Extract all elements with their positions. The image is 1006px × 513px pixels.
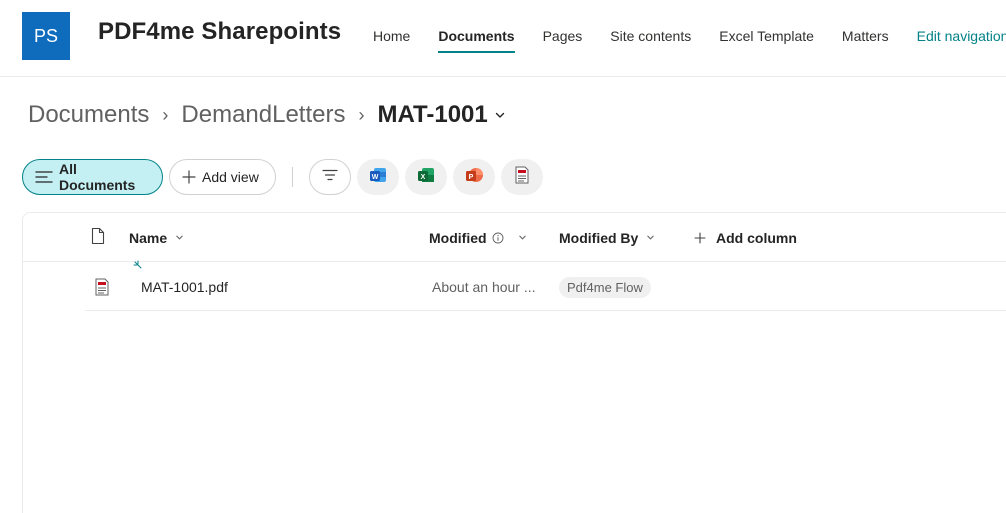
- pdf-icon: [515, 166, 529, 189]
- nav-item-matters[interactable]: Matters: [828, 0, 903, 70]
- document-icon: [91, 227, 105, 248]
- view-options-icon: [35, 170, 53, 184]
- command-bar: All Documents Add view W X P: [22, 159, 549, 195]
- breadcrumb-documents[interactable]: Documents: [28, 101, 149, 129]
- pdf-file-icon: [95, 263, 109, 311]
- top-navigation: Home Documents Pages Site contents Excel…: [359, 0, 1006, 70]
- nav-item-pages[interactable]: Pages: [529, 0, 597, 70]
- new-word-document-button[interactable]: W: [357, 159, 399, 195]
- document-library-list: Name Modified Modified By Add column MAT…: [22, 212, 1006, 513]
- pdf-action-button[interactable]: [501, 159, 543, 195]
- filter-icon: [322, 168, 338, 186]
- modified-column-label: Modified: [429, 229, 487, 246]
- chevron-down-icon: [518, 233, 527, 242]
- breadcrumb-separator: ›: [162, 104, 169, 125]
- excel-icon: X: [417, 166, 435, 189]
- add-column-button[interactable]: Add column: [694, 213, 797, 262]
- name-column-label: Name: [129, 229, 168, 246]
- modified-column-header[interactable]: Modified: [429, 213, 527, 262]
- edit-navigation-link[interactable]: Edit navigation: [903, 0, 1006, 70]
- modified-by-persona[interactable]: Pdf4me Flow: [559, 276, 651, 298]
- nav-item-documents[interactable]: Documents: [424, 0, 528, 70]
- svg-text:P: P: [469, 174, 474, 181]
- svg-text:X: X: [421, 174, 426, 181]
- svg-text:W: W: [372, 174, 379, 181]
- breadcrumb-current-folder[interactable]: MAT-1001: [377, 101, 487, 129]
- site-title[interactable]: PDF4me Sharepoints: [98, 18, 341, 46]
- chevron-down-icon: [175, 233, 184, 242]
- modified-by-column-header[interactable]: Modified By: [559, 213, 655, 262]
- file-name-link[interactable]: MAT-1001.pdf: [141, 263, 228, 311]
- all-documents-label: All Documents: [59, 161, 136, 193]
- new-powerpoint-button[interactable]: P: [453, 159, 495, 195]
- toolbar-divider: [292, 167, 293, 187]
- breadcrumb-demandletters[interactable]: DemandLetters: [181, 101, 345, 129]
- filter-button[interactable]: [309, 159, 351, 195]
- site-logo[interactable]: PS: [22, 12, 70, 60]
- nav-item-excel-template[interactable]: Excel Template: [705, 0, 828, 70]
- modified-by-column-label: Modified By: [559, 229, 639, 246]
- site-header: PS PDF4me Sharepoints Home Documents Pag…: [0, 0, 1006, 77]
- table-row[interactable]: MAT-1001.pdf About an hour ... Pdf4me Fl…: [85, 260, 1006, 311]
- nav-item-site-contents[interactable]: Site contents: [596, 0, 705, 70]
- word-icon: W: [369, 166, 387, 189]
- list-header: Name Modified Modified By Add column: [23, 213, 1006, 262]
- info-icon: [492, 232, 504, 244]
- add-view-button[interactable]: Add view: [169, 159, 276, 195]
- add-column-label: Add column: [716, 229, 797, 246]
- nav-item-home[interactable]: Home: [359, 0, 424, 70]
- modified-value: About an hour ...: [432, 279, 536, 295]
- chevron-down-icon[interactable]: [494, 108, 508, 122]
- add-icon: [694, 231, 706, 244]
- add-icon: [182, 170, 196, 184]
- chevron-down-icon: [646, 233, 655, 242]
- powerpoint-icon: P: [465, 166, 483, 189]
- new-excel-workbook-button[interactable]: X: [405, 159, 447, 195]
- all-documents-view-button[interactable]: All Documents: [22, 159, 163, 195]
- file-type-column-header[interactable]: [91, 213, 105, 262]
- add-view-label: Add view: [202, 169, 259, 185]
- modified-by-value: Pdf4me Flow: [559, 263, 651, 311]
- breadcrumb: Documents › DemandLetters › MAT-1001: [28, 100, 508, 130]
- breadcrumb-separator: ›: [358, 104, 365, 125]
